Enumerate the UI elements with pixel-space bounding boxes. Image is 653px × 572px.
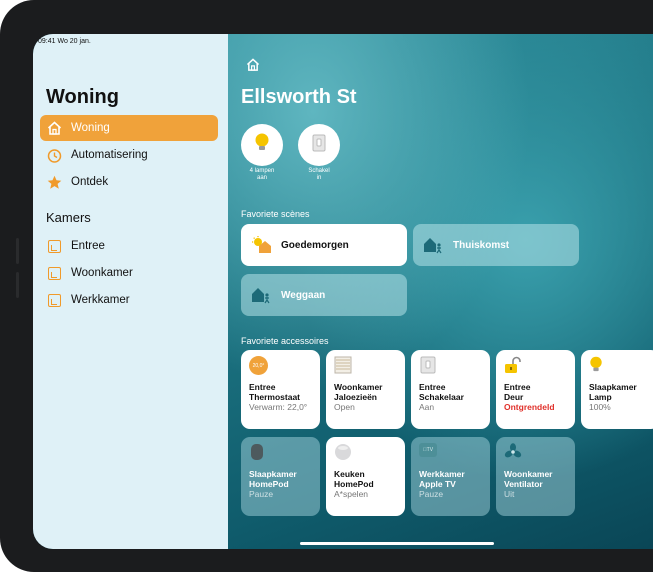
volume-down-button	[16, 272, 19, 298]
accessory-woonkamer-jaloezieen[interactable]: Woonkamer Jaloezieën Open	[326, 350, 405, 429]
accessory-status: Uit	[504, 489, 515, 499]
scene-goedemorgen[interactable]: Goedemorgen	[241, 224, 407, 266]
lightbulb-icon	[589, 356, 607, 374]
page-title: Ellsworth St	[241, 86, 357, 108]
accessory-woonkamer-ventilator[interactable]: Woonkamer Ventilator Uit	[496, 437, 575, 516]
fan-icon	[504, 443, 522, 461]
thermostat-badge: 20,0°	[249, 356, 268, 375]
sidebar-item-label: Ontdek	[71, 176, 109, 188]
arrive-home-icon	[423, 236, 445, 254]
house-icon	[46, 120, 62, 136]
house-icon[interactable]	[246, 58, 260, 76]
accessory-name: Lamp	[589, 392, 612, 402]
accessory-slaapkamer-homepod[interactable]: Slaapkamer HomePod Pauze	[241, 437, 320, 516]
sidebar-item-ontdek[interactable]: Ontdek	[40, 169, 218, 195]
accessory-status: Pauze	[419, 489, 444, 499]
main-content: Ellsworth St 4 lampen aan Schakel in Fav…	[228, 34, 653, 549]
homepod-icon	[249, 443, 267, 461]
sidebar-item-label: Woning	[71, 122, 110, 134]
sidebar-item-label: Automatisering	[71, 149, 148, 161]
accessory-name: Entree	[504, 382, 531, 392]
switch-icon	[419, 356, 437, 374]
accessory-name: Slaapkamer	[589, 382, 637, 392]
accessory-entree-schakelaar[interactable]: Entree Schakelaar Aan	[411, 350, 490, 429]
accessory-status: Aan	[419, 402, 435, 412]
room-icon	[46, 292, 62, 308]
thermostat-icon: 20,0°	[249, 356, 268, 375]
sidebar-item-label: Werkkamer	[71, 294, 130, 306]
scenes-heading: Favoriete scènes	[241, 209, 310, 219]
lightbulb-icon	[254, 133, 270, 158]
accessory-name: Jaloezieën	[334, 392, 377, 402]
sidebar-item-woning[interactable]: Woning	[40, 115, 218, 141]
accessory-keuken-homepod[interactable]: Keuken HomePod A*spelen	[326, 437, 405, 516]
sidebar-item-label: Woonkamer	[71, 267, 133, 279]
star-icon	[46, 174, 62, 190]
accessory-status: Open	[334, 402, 355, 412]
accessory-status: Pauze	[249, 489, 274, 499]
switch-icon	[312, 134, 326, 157]
status-line2: aan	[256, 175, 267, 181]
accessory-name: Entree	[419, 382, 446, 392]
sunrise-house-icon	[251, 236, 273, 254]
accessory-name: Schakelaar	[419, 392, 464, 402]
accessory-name: Keuken	[334, 469, 365, 479]
sidebar-item-werkkamer[interactable]: Werkkamer	[40, 287, 218, 313]
status-line1: 4 lampen	[249, 168, 275, 174]
status-switch-button[interactable]	[298, 124, 340, 166]
accessory-entree-thermostaat[interactable]: 20,0° Entree Thermostaat Verwarm: 22,0°	[241, 350, 320, 429]
accessory-entree-deur[interactable]: Entree Deur Ontgrendeld	[496, 350, 575, 429]
homepod-mini-icon	[334, 443, 352, 461]
accessory-name: Woonkamer	[504, 469, 553, 479]
volume-up-button	[16, 238, 19, 264]
scene-label: Weggaan	[281, 289, 326, 301]
accessory-name: Woonkamer	[334, 382, 383, 392]
status-line2: in	[316, 175, 322, 181]
accessory-name: Entree	[249, 382, 276, 392]
accessory-name: Apple TV	[419, 479, 456, 489]
blinds-icon	[334, 356, 352, 374]
accessories-heading: Favoriete accessoires	[241, 336, 329, 346]
status-lights-button[interactable]	[241, 124, 283, 166]
room-icon	[46, 265, 62, 281]
scene-label: Goedemorgen	[281, 239, 349, 251]
accessory-name: Slaapkamer	[249, 469, 297, 479]
rooms-heading: Kamers	[46, 210, 91, 225]
accessory-slaapkamer-lamp[interactable]: Slaapkamer Lamp 100%	[581, 350, 653, 429]
accessory-name: Ventilator	[504, 479, 543, 489]
sidebar-title: Woning	[46, 86, 119, 108]
unlocked-icon	[504, 356, 522, 374]
accessory-name: HomePod	[334, 479, 374, 489]
accessory-name: Werkkamer	[419, 469, 465, 479]
status-line1: Schakel	[308, 168, 330, 174]
screen: 09:41 Wo 20 jan. Woning Woning Automatis…	[33, 34, 653, 549]
sidebar-item-entree[interactable]: Entree	[40, 233, 218, 259]
accessory-name: Thermostaat	[249, 392, 301, 402]
status-lights-label: 4 lampen aan	[232, 168, 292, 182]
sidebar-item-automatisering[interactable]: Automatisering	[40, 142, 218, 168]
scene-weggaan[interactable]: Weggaan	[241, 274, 407, 316]
accessory-status: Ontgrendeld	[504, 402, 555, 412]
scene-label: Thuiskomst	[453, 239, 510, 251]
clock-icon	[46, 147, 62, 163]
leave-home-icon	[251, 286, 273, 304]
sidebar: 09:41 Wo 20 jan. Woning Woning Automatis…	[33, 34, 228, 549]
accessory-werkkamer-appletv[interactable]: TV Werkkamer Apple TV Pauze	[411, 437, 490, 516]
scene-thuiskomst[interactable]: Thuiskomst	[413, 224, 579, 266]
appletv-icon: TV	[419, 443, 437, 461]
home-indicator[interactable]	[300, 542, 494, 545]
accessory-name: Deur	[504, 392, 524, 402]
appletv-badge: TV	[419, 443, 437, 457]
accessory-status: 100%	[589, 402, 611, 412]
accessory-status: Verwarm: 22,0°	[249, 402, 308, 412]
accessory-name: HomePod	[249, 479, 289, 489]
status-switch-label: Schakel in	[289, 168, 349, 182]
status-bar-time: 09:41 Wo 20 jan.	[38, 38, 91, 45]
sidebar-item-label: Entree	[71, 240, 105, 252]
accessory-status: A*spelen	[334, 489, 369, 499]
room-icon	[46, 238, 62, 254]
sidebar-item-woonkamer[interactable]: Woonkamer	[40, 260, 218, 286]
